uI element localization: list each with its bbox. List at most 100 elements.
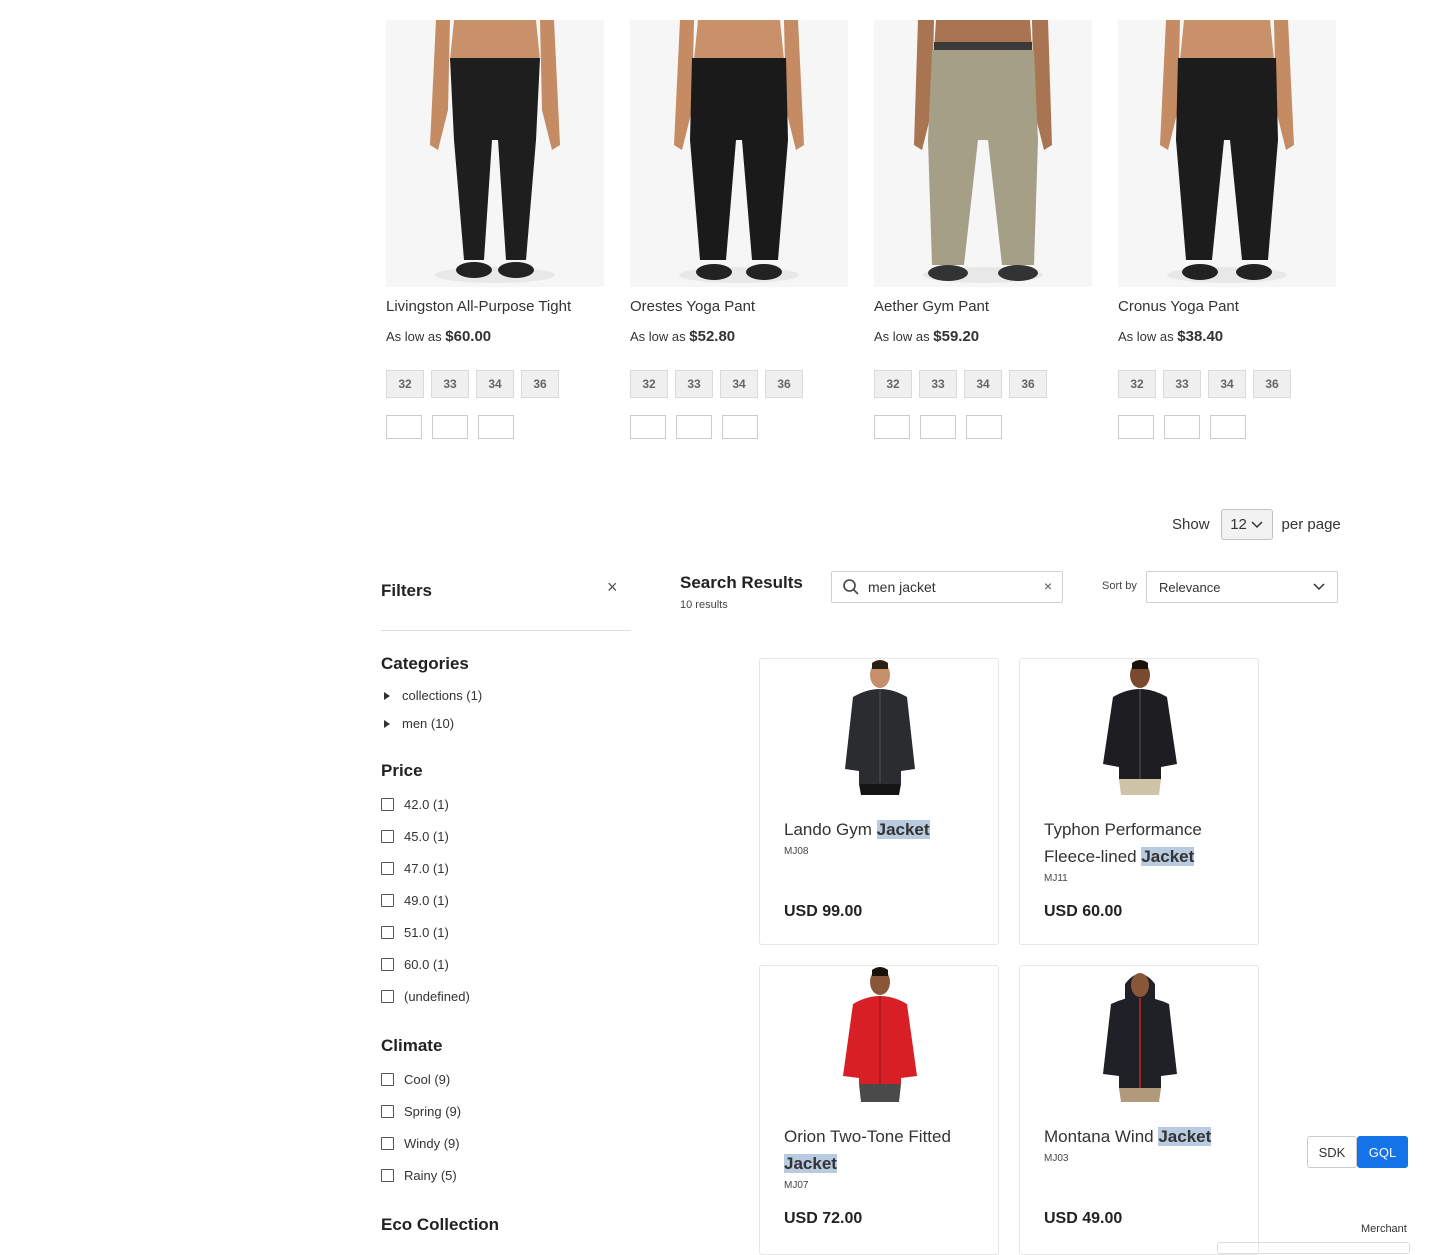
price-filter-option[interactable]: 45.0 (1) xyxy=(381,829,449,844)
product-image[interactable] xyxy=(874,20,1092,287)
size-option[interactable]: 33 xyxy=(675,370,713,398)
result-name-text[interactable]: Montana Wind xyxy=(1044,1127,1158,1146)
size-option[interactable]: 33 xyxy=(919,370,957,398)
result-name[interactable]: Orion Two-Tone Fitted Jacket xyxy=(784,1123,984,1177)
checkbox[interactable] xyxy=(381,1073,394,1086)
price-filter-option[interactable]: 60.0 (1) xyxy=(381,957,449,972)
category-item[interactable]: men (10) xyxy=(384,716,454,731)
color-swatch[interactable] xyxy=(874,415,910,439)
highlighted-term[interactable]: Jacket xyxy=(1158,1127,1212,1146)
result-name-text[interactable]: Orion Two-Tone Fitted xyxy=(784,1127,951,1146)
page-size-select[interactable]: 12 xyxy=(1220,509,1273,540)
color-swatch[interactable] xyxy=(966,415,1002,439)
size-option[interactable]: 32 xyxy=(630,370,668,398)
color-swatch[interactable] xyxy=(386,415,422,439)
color-swatch[interactable] xyxy=(1164,415,1200,439)
sort-select[interactable]: Relevance xyxy=(1146,571,1338,603)
close-icon[interactable]: × xyxy=(607,577,618,598)
checkbox[interactable] xyxy=(381,1137,394,1150)
price-filter-option[interactable]: 51.0 (1) xyxy=(381,925,449,940)
option-label[interactable]: 45.0 (1) xyxy=(404,829,449,844)
checkbox[interactable] xyxy=(381,1169,394,1182)
highlighted-term[interactable]: Jacket xyxy=(876,820,930,839)
size-option[interactable]: 33 xyxy=(1163,370,1201,398)
size-option[interactable]: 36 xyxy=(1253,370,1291,398)
category-label[interactable]: collections (1) xyxy=(402,688,482,703)
product-name[interactable]: Livingston All-Purpose Tight xyxy=(386,298,571,315)
result-name[interactable]: Typhon Performance Fleece-lined Jacket xyxy=(1044,816,1244,870)
option-label[interactable]: 42.0 (1) xyxy=(404,797,449,812)
option-label[interactable]: 47.0 (1) xyxy=(404,861,449,876)
category-label[interactable]: men (10) xyxy=(402,716,454,731)
sdk-button[interactable]: SDK xyxy=(1307,1136,1357,1168)
option-label[interactable]: 60.0 (1) xyxy=(404,957,449,972)
option-label[interactable]: Windy (9) xyxy=(404,1136,460,1151)
product-name[interactable]: Aether Gym Pant xyxy=(874,298,989,315)
result-card[interactable]: Typhon Performance Fleece-lined Jacket M… xyxy=(1019,658,1259,945)
gql-button[interactable]: GQL xyxy=(1357,1136,1408,1168)
search-input[interactable] xyxy=(868,579,1028,595)
size-option[interactable]: 36 xyxy=(765,370,803,398)
highlighted-term[interactable]: Jacket xyxy=(784,1154,837,1173)
color-swatch[interactable] xyxy=(630,415,666,439)
size-option[interactable]: 32 xyxy=(1118,370,1156,398)
price-filter-option[interactable]: 47.0 (1) xyxy=(381,861,449,876)
price-filter-option[interactable]: 42.0 (1) xyxy=(381,797,449,812)
color-swatch[interactable] xyxy=(478,415,514,439)
checkbox[interactable] xyxy=(381,798,394,811)
checkbox[interactable] xyxy=(381,1105,394,1118)
size-option[interactable]: 34 xyxy=(964,370,1002,398)
checkbox[interactable] xyxy=(381,830,394,843)
option-label[interactable]: 49.0 (1) xyxy=(404,893,449,908)
checkbox[interactable] xyxy=(381,862,394,875)
option-label[interactable]: (undefined) xyxy=(404,989,470,1004)
highlighted-term[interactable]: Jacket xyxy=(1141,847,1195,866)
checkbox[interactable] xyxy=(381,958,394,971)
category-item[interactable]: collections (1) xyxy=(384,688,482,703)
color-swatch[interactable] xyxy=(1118,415,1154,439)
result-name[interactable]: Montana Wind Jacket xyxy=(1044,1123,1244,1150)
result-image[interactable] xyxy=(1095,966,1185,1102)
product-name[interactable]: Cronus Yoga Pant xyxy=(1118,298,1239,315)
size-option[interactable]: 34 xyxy=(476,370,514,398)
product-image[interactable] xyxy=(386,20,604,287)
product-image[interactable] xyxy=(1118,20,1336,287)
color-swatch[interactable] xyxy=(920,415,956,439)
option-label[interactable]: Rainy (5) xyxy=(404,1168,457,1183)
climate-filter-option[interactable]: Rainy (5) xyxy=(381,1168,457,1183)
expand-arrow-icon[interactable] xyxy=(384,719,390,728)
size-option[interactable]: 36 xyxy=(1009,370,1047,398)
search-field[interactable]: × xyxy=(831,571,1063,603)
size-option[interactable]: 34 xyxy=(1208,370,1246,398)
color-swatch[interactable] xyxy=(432,415,468,439)
result-card[interactable]: Lando Gym Jacket MJ08 USD 99.00 xyxy=(759,658,999,945)
color-swatch[interactable] xyxy=(1210,415,1246,439)
climate-filter-option[interactable]: Spring (9) xyxy=(381,1104,461,1119)
size-option[interactable]: 36 xyxy=(521,370,559,398)
size-option[interactable]: 32 xyxy=(386,370,424,398)
option-label[interactable]: Cool (9) xyxy=(404,1072,450,1087)
climate-filter-option[interactable]: Cool (9) xyxy=(381,1072,450,1087)
result-name[interactable]: Lando Gym Jacket xyxy=(784,816,984,843)
result-image[interactable] xyxy=(835,966,925,1102)
result-card[interactable]: Orion Two-Tone Fitted Jacket MJ07 USD 72… xyxy=(759,965,999,1255)
checkbox[interactable] xyxy=(381,990,394,1003)
color-swatch[interactable] xyxy=(722,415,758,439)
checkbox[interactable] xyxy=(381,894,394,907)
price-filter-option[interactable]: 49.0 (1) xyxy=(381,893,449,908)
option-label[interactable]: 51.0 (1) xyxy=(404,925,449,940)
color-swatch[interactable] xyxy=(676,415,712,439)
result-image[interactable] xyxy=(1095,659,1185,795)
merchant-select[interactable] xyxy=(1217,1242,1410,1254)
climate-filter-option[interactable]: Windy (9) xyxy=(381,1136,460,1151)
result-card[interactable]: Montana Wind Jacket MJ03 USD 49.00 xyxy=(1019,965,1259,1255)
clear-search-icon[interactable]: × xyxy=(1044,578,1052,594)
expand-arrow-icon[interactable] xyxy=(384,691,390,700)
size-option[interactable]: 34 xyxy=(720,370,758,398)
option-label[interactable]: Spring (9) xyxy=(404,1104,461,1119)
size-option[interactable]: 32 xyxy=(874,370,912,398)
checkbox[interactable] xyxy=(381,926,394,939)
size-option[interactable]: 33 xyxy=(431,370,469,398)
product-image[interactable] xyxy=(630,20,848,287)
product-name[interactable]: Orestes Yoga Pant xyxy=(630,298,755,315)
